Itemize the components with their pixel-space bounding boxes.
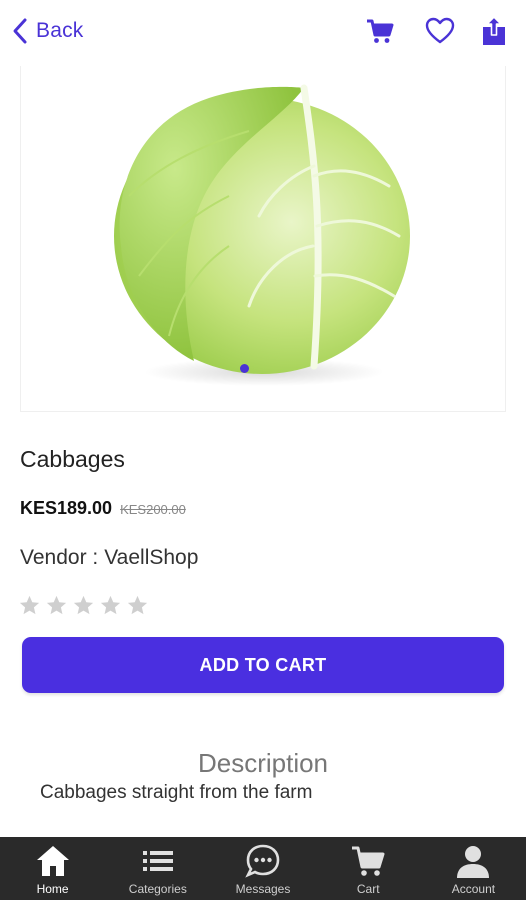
nav-account-label: Account [451, 882, 496, 896]
heart-icon [425, 17, 455, 44]
price-row: KES189.00 KES200.00 [20, 498, 186, 519]
cart-icon [352, 846, 385, 876]
description-heading: Description [197, 748, 329, 778]
nav-home[interactable]: Home [0, 837, 105, 900]
nav-cart-label: Cart [356, 882, 380, 896]
home-icon [36, 846, 69, 876]
share-icon [483, 16, 505, 45]
star-icon [127, 595, 148, 615]
list-icon [142, 851, 173, 871]
nav-messages-label: Messages [235, 882, 291, 896]
star-icon [100, 595, 121, 615]
back-label: Back [36, 19, 84, 42]
vendor-line: Vendor : VaellShop [20, 546, 198, 570]
product-title: Cabbages [20, 446, 125, 472]
share-button[interactable] [478, 14, 510, 48]
star-icon [46, 595, 67, 615]
description-text: Cabbages straight from the farm [40, 782, 313, 803]
person-icon [457, 846, 490, 878]
nav-account[interactable]: Account [421, 837, 526, 900]
nav-messages[interactable]: Messages [210, 837, 315, 900]
nav-categories-label: Categories [128, 882, 187, 896]
nav-home-label: Home [36, 882, 69, 896]
rating-stars[interactable] [18, 594, 149, 617]
bottom-navigation: Home Categories Messages Cart Account [0, 837, 526, 900]
back-button[interactable]: Back [10, 14, 84, 48]
vendor-prefix: Vendor : [20, 546, 99, 569]
nav-cart[interactable]: Cart [316, 837, 421, 900]
chat-icon [245, 844, 280, 878]
top-app-bar: Back [0, 0, 526, 64]
nav-categories[interactable]: Categories [105, 837, 210, 900]
cart-icon [367, 19, 394, 43]
vendor-name[interactable]: VaellShop [104, 546, 198, 570]
product-image-carousel[interactable] [20, 66, 506, 412]
product-image [114, 84, 410, 386]
carousel-indicator[interactable] [240, 364, 249, 373]
star-icon [19, 595, 40, 615]
original-price: KES200.00 [120, 502, 186, 517]
favorite-button[interactable] [424, 14, 456, 48]
cart-button[interactable] [364, 14, 396, 48]
chevron-left-icon [13, 18, 27, 44]
current-price: KES189.00 [20, 498, 113, 518]
star-icon [73, 595, 94, 615]
add-to-cart-button[interactable]: ADD TO CART [22, 637, 504, 693]
